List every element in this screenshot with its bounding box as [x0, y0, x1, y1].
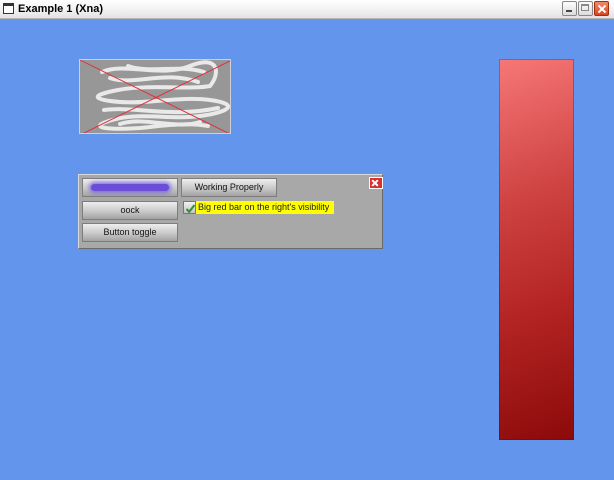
- blur-stroke-graphic: [91, 184, 169, 191]
- checkbox-label: Big red bar on the right's visibility: [196, 201, 334, 214]
- maximize-button[interactable]: [578, 1, 593, 16]
- window-title: Example 1 (Xna): [18, 3, 103, 15]
- red-bar-visibility-checkbox[interactable]: [183, 201, 196, 214]
- title-bar[interactable]: Example 1 (Xna): [0, 0, 614, 19]
- blur-image-button[interactable]: [82, 178, 178, 197]
- gui-window[interactable]: Working Properly oock Button toggle Big …: [78, 174, 383, 249]
- button-toggle[interactable]: Button toggle: [82, 223, 178, 242]
- minimize-button[interactable]: [562, 1, 577, 16]
- close-window-button[interactable]: [594, 1, 609, 16]
- oock-button[interactable]: oock: [82, 201, 178, 220]
- game-canvas: Working Properly oock Button toggle Big …: [0, 19, 614, 480]
- texture-image-drawing: [80, 60, 230, 133]
- texture-image: [79, 59, 231, 134]
- app-window-icon: [3, 3, 14, 14]
- big-red-bar: [499, 59, 574, 440]
- red-bar-visibility-checkbox-row[interactable]: Big red bar on the right's visibility: [183, 201, 335, 215]
- working-properly-button[interactable]: Working Properly: [181, 178, 277, 197]
- gui-close-button[interactable]: [369, 177, 383, 189]
